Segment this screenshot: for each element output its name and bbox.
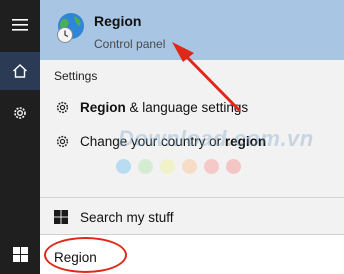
best-match-title: Region xyxy=(94,13,142,29)
watermark-dots xyxy=(116,159,241,174)
home-icon xyxy=(13,64,27,78)
hamburger-menu-icon xyxy=(12,19,28,31)
settings-button[interactable] xyxy=(0,95,40,131)
divider xyxy=(40,197,344,198)
globe-clock-icon xyxy=(57,13,84,43)
watermark-dot xyxy=(204,159,219,174)
search-my-stuff-label: Search my stuff xyxy=(80,209,174,225)
search-my-stuff-button[interactable]: Search my stuff xyxy=(54,205,174,229)
search-input[interactable] xyxy=(54,248,304,266)
windows-logo-icon xyxy=(12,246,28,262)
result-text: Change your country or xyxy=(80,133,225,149)
watermark-dot xyxy=(116,159,131,174)
watermark-dot xyxy=(226,159,241,174)
gear-icon xyxy=(54,133,70,149)
gear-icon xyxy=(54,99,70,115)
result-text: & language settings xyxy=(125,99,249,115)
gear-icon xyxy=(14,107,26,119)
result-region-language-settings[interactable]: Region & language settings xyxy=(54,95,248,119)
section-label-settings: Settings xyxy=(54,69,98,83)
result-change-country-region[interactable]: Change your country or region xyxy=(54,129,266,153)
watermark-dot xyxy=(182,159,197,174)
home-button[interactable] xyxy=(0,52,40,90)
best-match-subtitle: Control panel xyxy=(94,37,166,51)
start-button[interactable] xyxy=(0,234,40,274)
result-highlight: region xyxy=(224,133,267,149)
search-box[interactable] xyxy=(40,234,344,274)
left-rail xyxy=(0,0,40,274)
hamburger-menu-button[interactable] xyxy=(0,0,40,50)
result-highlight: Region xyxy=(80,99,126,115)
search-results-panel: Region Control panel Settings Region & l… xyxy=(40,0,344,234)
best-match-result[interactable]: Region Control panel xyxy=(40,0,344,60)
windows-logo-icon xyxy=(54,210,68,224)
watermark-dot xyxy=(160,159,175,174)
watermark-dot xyxy=(138,159,153,174)
